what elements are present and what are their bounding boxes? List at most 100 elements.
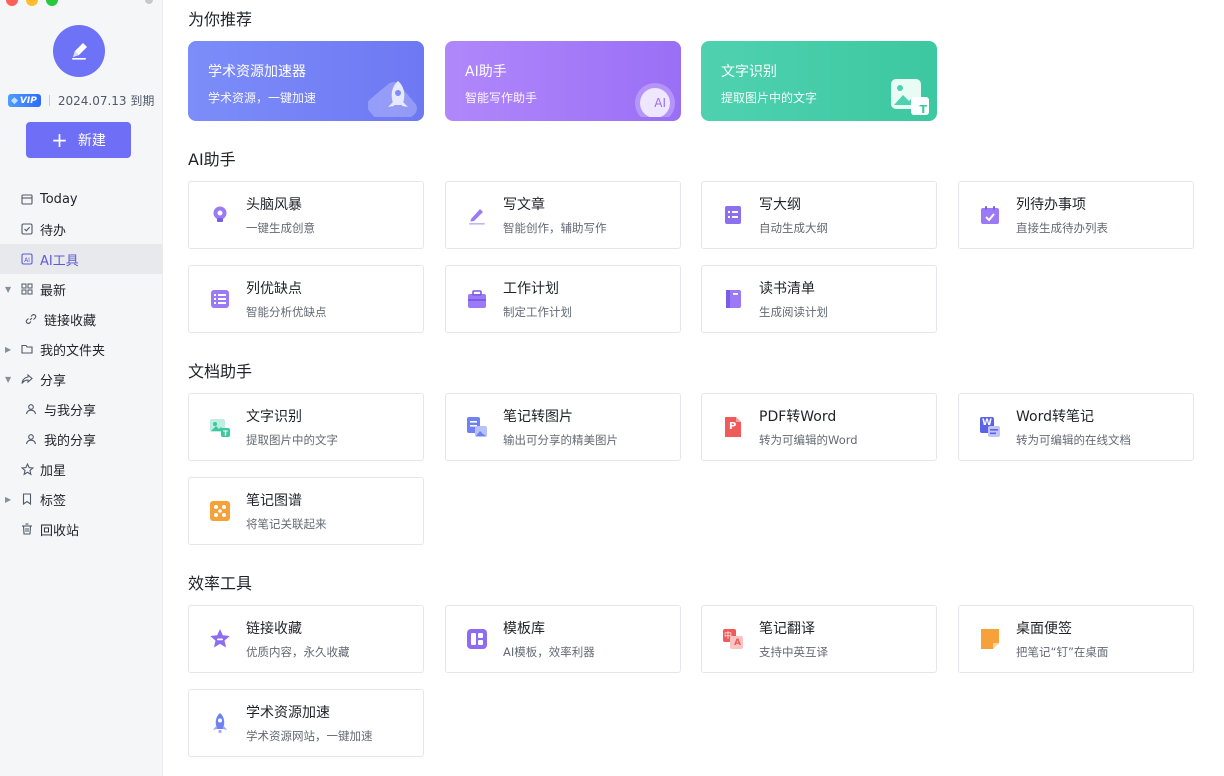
sidebar-menu-dot[interactable]	[145, 0, 153, 4]
section-title-ai: AI助手	[188, 150, 236, 169]
caret-down-icon[interactable]: ▼	[5, 285, 11, 294]
pdf-icon: P	[722, 416, 744, 438]
tool-subtitle: 支持中英互译	[759, 645, 828, 659]
tool-card-pdf-to-word[interactable]: P PDF转Word 转为可编辑的Word	[701, 393, 937, 461]
tool-subtitle: 制定工作计划	[503, 305, 572, 319]
ai-badge-icon	[635, 83, 675, 117]
rocket-icon	[209, 712, 231, 734]
tool-title: 笔记图谱	[246, 493, 302, 509]
diamond-icon: ◆	[11, 95, 18, 106]
section-title-recommend: 为你推荐	[188, 10, 253, 29]
vip-expiry: 2024.07.13 到期	[57, 94, 155, 108]
lightbulb-icon	[209, 204, 231, 226]
tool-card-academic-accelerate[interactable]: 学术资源加速 学术资源网站，一键加速	[188, 689, 424, 757]
promo-card-ocr[interactable]: 文字识别 提取图片中的文字 T	[701, 41, 937, 121]
tool-card-link-favorites[interactable]: 链接收藏 优质内容，永久收藏	[188, 605, 424, 673]
tool-card-work-plan[interactable]: 工作计划 制定工作计划	[445, 265, 681, 333]
sidebar-item-link-favorites[interactable]: 链接收藏	[0, 304, 162, 334]
note-image-icon	[466, 416, 488, 438]
tool-card-write-outline[interactable]: 写大纲 自动生成大纲	[701, 181, 937, 249]
trash-icon	[20, 522, 34, 536]
calendar-icon	[20, 192, 34, 206]
sidebar-item-label: 待办	[40, 223, 67, 239]
new-button[interactable]: + 新建	[26, 122, 131, 158]
book-icon	[722, 288, 744, 310]
word-icon: W	[979, 416, 1001, 438]
minimize-window-button[interactable]	[26, 0, 38, 6]
sidebar-item-recent[interactable]: ▼ 最新	[0, 274, 162, 304]
share-icon	[20, 372, 34, 386]
tool-card-todo-list[interactable]: 列待办事项 直接生成待办列表	[958, 181, 1194, 249]
sidebar-item-label: 回收站	[40, 523, 80, 539]
window-controls	[6, 0, 58, 6]
pen-icon	[466, 204, 488, 226]
tool-subtitle: 提取图片中的文字	[246, 433, 338, 447]
tool-subtitle: 一键生成创意	[246, 221, 315, 235]
calendar-check-icon	[979, 204, 1001, 226]
sidebar-item-label: 分享	[40, 373, 67, 389]
new-button-label: 新建	[77, 133, 106, 149]
tool-card-write-article[interactable]: 写文章 智能创作，辅助写作	[445, 181, 681, 249]
vip-badge: ◆ VIP	[8, 94, 41, 107]
star-badge-icon	[209, 628, 231, 650]
sidebar-item-my-shares[interactable]: 我的分享	[0, 424, 162, 454]
main-content: 为你推荐 学术资源加速器 学术资源，一键加速 AI助手 智能写作助手 AI 文字…	[163, 0, 1224, 776]
promo-card-academic-accelerator[interactable]: 学术资源加速器 学术资源，一键加速	[188, 41, 424, 121]
tool-subtitle: 直接生成待办列表	[1016, 221, 1108, 235]
tool-title: 笔记转图片	[503, 409, 573, 425]
caret-right-icon[interactable]: ▶	[5, 345, 11, 354]
avatar[interactable]	[53, 25, 105, 77]
translate-icon: 中 A	[722, 628, 744, 650]
caret-down-icon[interactable]: ▼	[5, 375, 11, 384]
tool-card-brainstorm[interactable]: 头脑风暴 一键生成创意	[188, 181, 424, 249]
outline-icon	[722, 204, 744, 226]
tool-title: 读书清单	[759, 281, 815, 297]
sidebar-item-label: 我的文件夹	[40, 343, 106, 359]
sidebar-item-label: 标签	[40, 493, 67, 509]
text-badge-label: T	[919, 103, 927, 116]
tool-subtitle: 转为可编辑的在线文档	[1016, 433, 1131, 447]
tool-card-word-to-note[interactable]: W Word转笔记 转为可编辑的在线文档	[958, 393, 1194, 461]
grid-icon	[20, 282, 34, 296]
tool-card-pros-cons[interactable]: 列优缺点 智能分析优缺点	[188, 265, 424, 333]
sidebar-item-today[interactable]: Today	[0, 184, 162, 214]
bookmark-icon	[20, 492, 34, 506]
tool-card-template-library[interactable]: 模板库 AI模板，效率利器	[445, 605, 681, 673]
tool-card-reading-list[interactable]: 读书清单 生成阅读计划	[701, 265, 937, 333]
caret-right-icon[interactable]: ▶	[5, 495, 11, 504]
promo-card-ai-assistant[interactable]: AI助手 智能写作助手 AI	[445, 41, 681, 121]
sidebar-item-label: 加星	[40, 463, 67, 479]
sidebar-item-my-folders[interactable]: ▶ 我的文件夹	[0, 334, 162, 364]
sidebar-item-starred[interactable]: 加星	[0, 454, 162, 484]
sidebar-item-trash[interactable]: 回收站	[0, 514, 162, 544]
tool-subtitle: 智能分析优缺点	[246, 305, 327, 319]
sidebar-item-tags[interactable]: ▶ 标签	[0, 484, 162, 514]
sidebar-item-ai-tools[interactable]: AI AI工具	[0, 244, 162, 274]
sidebar-item-todo[interactable]: 待办	[0, 214, 162, 244]
translate-glyph-zh: 中	[724, 631, 732, 640]
tool-title: 模板库	[503, 621, 545, 637]
tool-subtitle: 生成阅读计划	[759, 305, 828, 319]
tool-title: 列待办事项	[1016, 197, 1086, 213]
list-icon	[209, 288, 231, 310]
tool-card-note-graph[interactable]: 笔记图谱 将笔记关联起来	[188, 477, 424, 545]
tool-card-desktop-sticky[interactable]: 桌面便签 把笔记“钉”在桌面	[958, 605, 1194, 673]
tool-card-note-to-image[interactable]: 笔记转图片 输出可分享的精美图片	[445, 393, 681, 461]
close-window-button[interactable]	[6, 0, 18, 6]
sidebar-nav: Today 待办 AI AI工具 ▼ 最新 链接收藏 ▶ 我的文件夹 ▼ 分享 …	[0, 184, 162, 544]
tool-card-ocr[interactable]: T 文字识别 提取图片中的文字	[188, 393, 424, 461]
sidebar-item-label: AI工具	[40, 253, 79, 269]
plus-icon: +	[51, 128, 68, 152]
template-icon	[466, 628, 488, 650]
tool-title: 头脑风暴	[246, 197, 302, 213]
tool-card-note-translate[interactable]: 中 A 笔记翻译 支持中英互译	[701, 605, 937, 673]
sidebar-item-label: 链接收藏	[44, 313, 97, 329]
sidebar-item-shared-with-me[interactable]: 与我分享	[0, 394, 162, 424]
ai-badge-label: AI	[654, 96, 666, 110]
maximize-window-button[interactable]	[46, 0, 58, 6]
sidebar-item-share[interactable]: ▼ 分享	[0, 364, 162, 394]
sidebar-item-label: 最新	[40, 283, 67, 299]
tool-title: 工作计划	[503, 281, 559, 297]
tool-title: 写文章	[503, 197, 545, 213]
tool-title: 链接收藏	[246, 621, 302, 637]
